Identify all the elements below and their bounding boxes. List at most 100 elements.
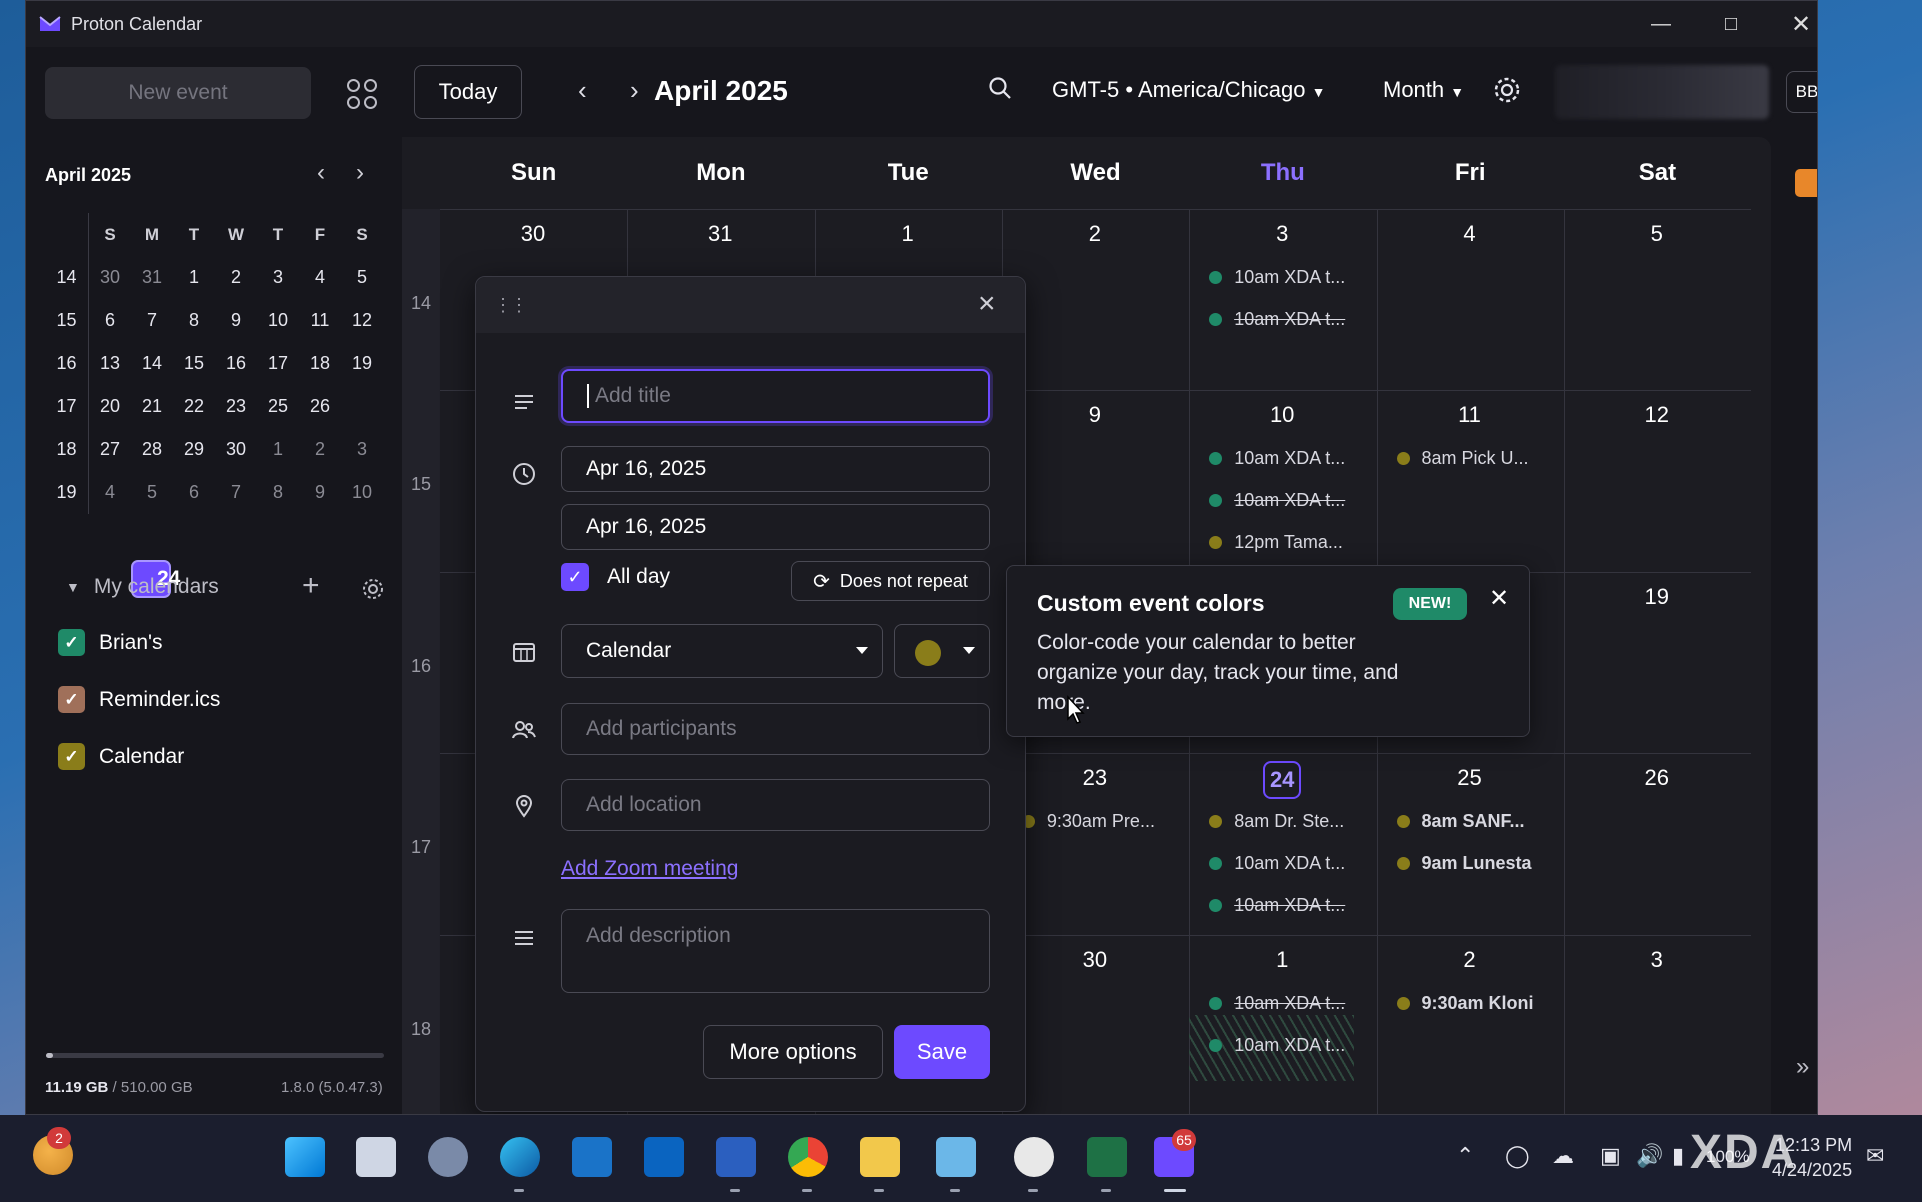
description-textarea[interactable]: Add description: [561, 909, 990, 993]
mini-day-cell[interactable]: 20: [89, 396, 131, 417]
calendar-event[interactable]: 10am XDA t...: [1209, 267, 1345, 288]
calendar-item-reminder[interactable]: ✓ Reminder.ics: [58, 686, 220, 713]
mini-day-cell[interactable]: 2: [215, 267, 257, 288]
day-number[interactable]: 1: [815, 221, 1001, 247]
calendar-event[interactable]: 9am Lunesta: [1396, 853, 1532, 874]
calendar-settings-gear-icon[interactable]: [361, 577, 385, 601]
calendar-item-brians[interactable]: ✓ Brian's: [58, 629, 163, 656]
day-number[interactable]: 31: [627, 221, 813, 247]
chrome-icon[interactable]: [788, 1137, 828, 1177]
week-number[interactable]: 16: [402, 656, 440, 677]
start-windows-icon[interactable]: [285, 1137, 325, 1177]
new-event-button[interactable]: New event: [45, 67, 311, 119]
mini-day-cell[interactable]: 26: [299, 396, 341, 417]
mini-day-cell[interactable]: 1: [173, 267, 215, 288]
mini-day-cell[interactable]: 13: [89, 353, 131, 374]
mini-day-cell[interactable]: 23: [215, 396, 257, 417]
view-selector[interactable]: Month ▼: [1383, 77, 1464, 103]
mini-day-cell[interactable]: 4: [299, 267, 341, 288]
day-number[interactable]: 23: [1002, 765, 1188, 791]
calendar-item-calendar[interactable]: ✓ Calendar: [58, 743, 184, 770]
security-icon[interactable]: ◯: [1505, 1143, 1530, 1169]
next-month-icon[interactable]: ›: [630, 75, 639, 106]
calendar-event[interactable]: 10am XDA t...: [1209, 1035, 1345, 1056]
calendar-event[interactable]: 8am Dr. Ste...: [1209, 811, 1344, 832]
my-calendars-header[interactable]: ▼ My calendars: [66, 575, 219, 599]
calendar-checkbox[interactable]: ✓: [58, 743, 85, 770]
day-number[interactable]: 24: [1189, 761, 1375, 800]
mini-day-cell[interactable]: 30: [215, 439, 257, 460]
all-day-toggle[interactable]: ✓ All day: [561, 563, 670, 591]
volume-icon[interactable]: 🔊: [1636, 1143, 1663, 1169]
day-number[interactable]: 10: [1189, 402, 1375, 428]
calendar-event[interactable]: 10am XDA t...: [1209, 853, 1345, 874]
mini-day-cell[interactable]: 6: [173, 482, 215, 503]
mini-day-cell[interactable]: 5: [341, 267, 383, 288]
calendar-event[interactable]: 10am XDA t...: [1209, 993, 1345, 1014]
mini-week-number[interactable]: 16: [45, 342, 89, 385]
task-view-icon[interactable]: [356, 1137, 396, 1177]
mini-day-cell[interactable]: 8: [173, 310, 215, 331]
outlook-classic-icon[interactable]: [644, 1137, 684, 1177]
today-button[interactable]: Today: [414, 65, 522, 119]
calendar-select[interactable]: Calendar: [561, 624, 883, 678]
mini-day-cell[interactable]: 27: [89, 439, 131, 460]
clock-app-icon[interactable]: [1014, 1137, 1054, 1177]
participants-input[interactable]: Add participants: [561, 703, 990, 755]
day-number[interactable]: 3: [1564, 947, 1750, 973]
mini-day-cell[interactable]: 10: [257, 310, 299, 331]
mini-day-cell[interactable]: 1: [257, 439, 299, 460]
expand-panel-icon[interactable]: »: [1796, 1053, 1809, 1081]
maximize-button[interactable]: □: [1696, 1, 1766, 47]
mini-week-number[interactable]: 17: [45, 385, 89, 428]
search-icon[interactable]: [987, 75, 1013, 101]
mini-day-cell[interactable]: 7: [131, 310, 173, 331]
repeat-button[interactable]: ⟳ Does not repeat: [791, 561, 990, 601]
calendar-event[interactable]: 9:30am Pre...: [1021, 811, 1155, 832]
mini-day-cell[interactable]: 16: [215, 353, 257, 374]
day-number[interactable]: 9: [1002, 402, 1188, 428]
mini-week-number[interactable]: 14: [45, 256, 89, 299]
calendar-event[interactable]: 8am Pick U...: [1396, 448, 1529, 469]
mini-day-cell[interactable]: 6: [89, 310, 131, 331]
calendar-checkbox[interactable]: ✓: [58, 629, 85, 656]
close-window-button[interactable]: ✕: [1766, 1, 1817, 47]
minimize-button[interactable]: —: [1626, 1, 1696, 47]
mini-day-cell[interactable]: 18: [299, 353, 341, 374]
mini-day-cell[interactable]: 19: [341, 353, 383, 374]
week-number[interactable]: 17: [402, 837, 440, 858]
mini-day-cell[interactable]: 21: [131, 396, 173, 417]
mini-day-cell[interactable]: 12: [341, 310, 383, 331]
more-options-button[interactable]: More options: [703, 1025, 883, 1079]
mini-day-cell[interactable]: 22: [173, 396, 215, 417]
mini-day-cell[interactable]: 7: [215, 482, 257, 503]
mini-day-cell[interactable]: 8: [257, 482, 299, 503]
contacts-icon[interactable]: [1795, 169, 1817, 197]
mini-day-cell[interactable]: 31: [131, 267, 173, 288]
mini-day-cell[interactable]: 5: [131, 482, 173, 503]
day-number[interactable]: 25: [1377, 765, 1563, 791]
calendar-event[interactable]: 8am SANF...: [1396, 811, 1525, 832]
week-number[interactable]: 15: [402, 474, 440, 495]
end-date-field[interactable]: Apr 16, 2025: [561, 504, 990, 550]
mini-day-cell[interactable]: 9: [299, 482, 341, 503]
day-number[interactable]: 2: [1377, 947, 1563, 973]
mini-day-cell[interactable]: 28: [131, 439, 173, 460]
day-number[interactable]: 11: [1377, 402, 1563, 428]
onedrive-icon[interactable]: ☁: [1552, 1143, 1574, 1169]
notifications-icon[interactable]: ✉: [1866, 1143, 1884, 1169]
timezone-selector[interactable]: GMT-5 • America/Chicago ▼: [1052, 77, 1325, 103]
edge-browser-icon[interactable]: [500, 1137, 540, 1177]
mini-week-number[interactable]: 19: [45, 471, 89, 514]
system-clock[interactable]: 12:13 PM 4/24/2025: [1772, 1135, 1852, 1181]
show-hidden-icons-icon[interactable]: ⌃: [1456, 1143, 1474, 1169]
day-number[interactable]: 1: [1189, 947, 1375, 973]
avatar[interactable]: BB: [1786, 71, 1817, 113]
day-number[interactable]: 12: [1564, 402, 1750, 428]
event-color-select[interactable]: [894, 624, 990, 678]
calendar-event[interactable]: 10am XDA t...: [1209, 895, 1345, 916]
mini-day-cell[interactable]: 11: [299, 310, 341, 331]
today-date-badge[interactable]: 24: [1263, 761, 1302, 800]
settings-gear-icon[interactable]: [1492, 75, 1522, 105]
drag-handle-icon[interactable]: ⋮⋮: [494, 295, 528, 316]
